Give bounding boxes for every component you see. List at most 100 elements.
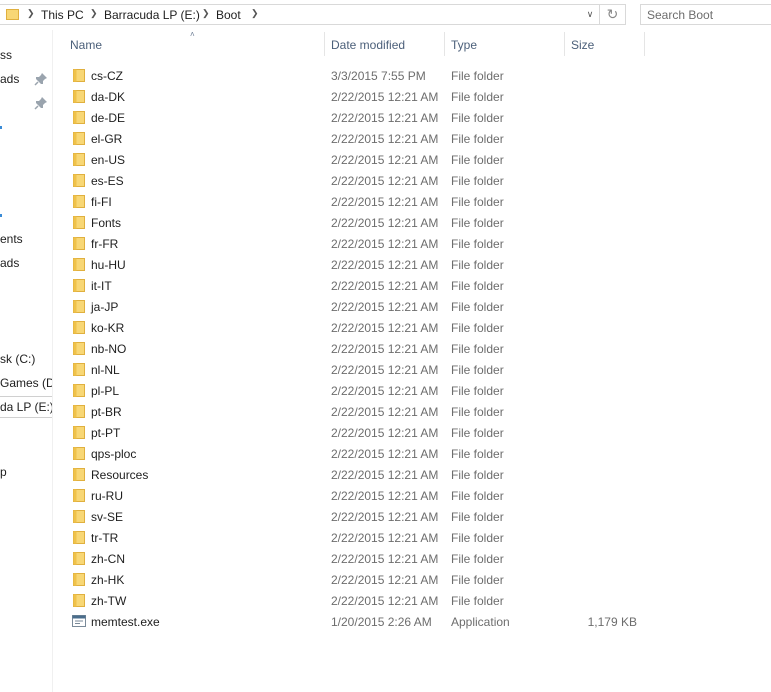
column-header-type[interactable]: Type	[451, 38, 477, 52]
file-row[interactable]: it-IT 2/22/2015 12:21 AM File folder	[65, 275, 645, 296]
file-name: nb-NO	[91, 342, 127, 356]
file-row[interactable]: zh-CN 2/22/2015 12:21 AM File folder	[65, 548, 645, 569]
file-name: Fonts	[91, 216, 122, 230]
file-date-modified: 1/20/2015 2:26 AM	[331, 615, 432, 629]
file-row[interactable]: fr-FR 2/22/2015 12:21 AM File folder	[65, 233, 645, 254]
file-row[interactable]: Fonts 2/22/2015 12:21 AM File folder	[65, 212, 645, 233]
file-date-modified: 2/22/2015 12:21 AM	[331, 384, 439, 398]
file-row[interactable]: qps-ploc 2/22/2015 12:21 AM File folder	[65, 443, 645, 464]
breadcrumb-separator-icon[interactable]: ❯	[27, 8, 35, 19]
folder-icon	[72, 593, 86, 607]
breadcrumb-drive[interactable]: Barracuda LP (E:)	[104, 8, 200, 22]
nav-item-quick-access[interactable]: ss	[0, 48, 12, 62]
file-date-modified: 2/22/2015 12:21 AM	[331, 111, 439, 125]
file-type: File folder	[451, 573, 504, 587]
file-date-modified: 2/22/2015 12:21 AM	[331, 447, 439, 461]
file-row[interactable]: da-DK 2/22/2015 12:21 AM File folder	[65, 86, 645, 107]
nav-item-documents[interactable]: ents	[0, 232, 23, 246]
folder-icon	[72, 68, 86, 82]
file-row[interactable]: memtest.exe 1/20/2015 2:26 AM Application 1…	[65, 611, 645, 632]
folder-icon	[72, 257, 86, 271]
breadcrumb-boot[interactable]: Boot	[216, 8, 241, 22]
file-row[interactable]: en-US 2/22/2015 12:21 AM File folder	[65, 149, 645, 170]
column-divider[interactable]	[644, 32, 645, 56]
nav-item-barracuda-e[interactable]: da LP (E:)	[0, 396, 52, 418]
nav-item-downloads-2[interactable]: ads	[0, 256, 19, 270]
file-name: zh-CN	[91, 552, 126, 566]
chevron-down-icon[interactable]: ∨	[583, 9, 597, 22]
file-type: File folder	[451, 258, 504, 272]
folder-icon	[72, 110, 86, 124]
folder-icon	[72, 425, 86, 439]
file-row[interactable]: Resources 2/22/2015 12:21 AM File folder	[65, 464, 645, 485]
file-row[interactable]: zh-HK 2/22/2015 12:21 AM File folder	[65, 569, 645, 590]
file-row[interactable]: pl-PL 2/22/2015 12:21 AM File folder	[65, 380, 645, 401]
file-row[interactable]: el-GR 2/22/2015 12:21 AM File folder	[65, 128, 645, 149]
file-row[interactable]: es-ES 2/22/2015 12:21 AM File folder	[65, 170, 645, 191]
file-row[interactable]: tr-TR 2/22/2015 12:21 AM File folder	[65, 527, 645, 548]
search-placeholder: Search Boot	[647, 8, 714, 22]
file-type: File folder	[451, 111, 504, 125]
file-date-modified: 2/22/2015 12:21 AM	[331, 321, 439, 335]
search-input[interactable]: Search Boot	[640, 4, 771, 25]
address-bar[interactable]: ❯ This PC ❯ Barracuda LP (E:) ❯ Boot ❯ ∨	[0, 4, 600, 25]
file-row[interactable]: pt-PT 2/22/2015 12:21 AM File folder	[65, 422, 645, 443]
file-row[interactable]: nb-NO 2/22/2015 12:21 AM File folder	[65, 338, 645, 359]
column-header-size[interactable]: Size	[571, 38, 594, 52]
file-row[interactable]: cs-CZ 3/3/2015 7:55 PM File folder	[65, 65, 645, 86]
column-header-name[interactable]: Name	[70, 38, 102, 52]
folder-icon	[72, 320, 86, 334]
file-row[interactable]: de-DE 2/22/2015 12:21 AM File folder	[65, 107, 645, 128]
column-divider[interactable]	[444, 32, 445, 56]
folder-icon	[72, 278, 86, 292]
file-date-modified: 2/22/2015 12:21 AM	[331, 216, 439, 230]
refresh-button[interactable]: ↻	[600, 4, 626, 25]
column-header-date-modified[interactable]: Date modified	[331, 38, 405, 52]
file-name: pt-BR	[91, 405, 122, 419]
breadcrumb-separator-icon[interactable]: ❯	[251, 8, 259, 19]
column-divider[interactable]	[324, 32, 325, 56]
file-date-modified: 2/22/2015 12:21 AM	[331, 594, 439, 608]
file-name: pl-PL	[91, 384, 120, 398]
pin-icon[interactable]	[33, 71, 49, 87]
file-name: es-ES	[91, 174, 124, 188]
file-row[interactable]: sv-SE 2/22/2015 12:21 AM File folder	[65, 506, 645, 527]
file-date-modified: 2/22/2015 12:21 AM	[331, 342, 439, 356]
nav-item-local-disk-c[interactable]: sk (C:)	[0, 352, 35, 366]
file-type: Application	[451, 615, 510, 629]
breadcrumb-separator-icon[interactable]: ❯	[202, 8, 210, 19]
file-date-modified: 3/3/2015 7:55 PM	[331, 69, 426, 83]
nav-item-network[interactable]: p	[0, 465, 7, 479]
folder-icon	[72, 173, 86, 187]
file-type: File folder	[451, 321, 504, 335]
file-row[interactable]: ko-KR 2/22/2015 12:21 AM File folder	[65, 317, 645, 338]
folder-icon	[72, 89, 86, 103]
column-divider[interactable]	[564, 32, 565, 56]
breadcrumb-separator-icon[interactable]: ❯	[90, 8, 98, 19]
file-row[interactable]: ru-RU 2/22/2015 12:21 AM File folder	[65, 485, 645, 506]
file-date-modified: 2/22/2015 12:21 AM	[331, 426, 439, 440]
file-row[interactable]: pt-BR 2/22/2015 12:21 AM File folder	[65, 401, 645, 422]
file-date-modified: 2/22/2015 12:21 AM	[331, 153, 439, 167]
file-row[interactable]: zh-TW 2/22/2015 12:21 AM File folder	[65, 590, 645, 611]
refresh-icon: ↻	[606, 6, 619, 22]
file-row[interactable]: hu-HU 2/22/2015 12:21 AM File folder	[65, 254, 645, 275]
nav-item-downloads[interactable]: ads	[0, 72, 19, 86]
folder-icon	[72, 299, 86, 313]
file-type: File folder	[451, 510, 504, 524]
application-icon	[72, 614, 86, 628]
file-type: File folder	[451, 279, 504, 293]
folder-icon	[72, 467, 86, 481]
file-type: File folder	[451, 237, 504, 251]
file-name: Resources	[91, 468, 149, 482]
file-type: File folder	[451, 363, 504, 377]
file-row[interactable]: ja-JP 2/22/2015 12:21 AM File folder	[65, 296, 645, 317]
pin-icon[interactable]	[33, 95, 49, 111]
file-row[interactable]: fi-FI 2/22/2015 12:21 AM File folder	[65, 191, 645, 212]
file-date-modified: 2/22/2015 12:21 AM	[331, 468, 439, 482]
breadcrumb-this-pc[interactable]: This PC	[41, 8, 84, 22]
file-date-modified: 2/22/2015 12:21 AM	[331, 279, 439, 293]
folder-icon	[6, 9, 19, 20]
nav-item-games-d[interactable]: Games (D:)	[0, 376, 52, 390]
file-row[interactable]: nl-NL 2/22/2015 12:21 AM File folder	[65, 359, 645, 380]
